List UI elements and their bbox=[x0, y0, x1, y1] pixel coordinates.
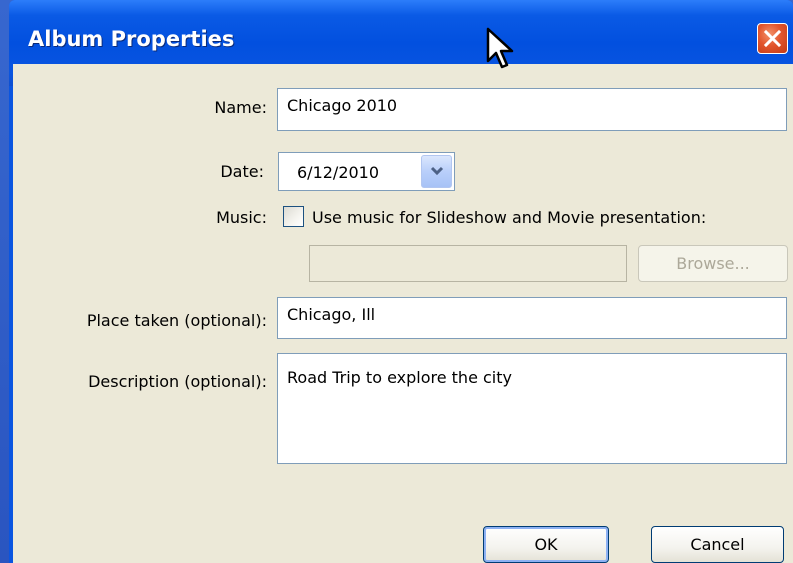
music-checkbox-label[interactable]: Use music for Slideshow and Movie presen… bbox=[312, 208, 706, 227]
chevron-down-icon bbox=[430, 166, 444, 176]
description-label: Description (optional): bbox=[88, 372, 267, 391]
description-field[interactable]: Road Trip to explore the city bbox=[277, 353, 787, 464]
date-picker[interactable]: 6/12/2010 bbox=[278, 152, 455, 191]
name-field[interactable]: Chicago 2010 bbox=[277, 88, 787, 131]
cancel-button-label: Cancel bbox=[690, 535, 745, 554]
music-path-field[interactable] bbox=[309, 245, 627, 282]
date-value: 6/12/2010 bbox=[297, 163, 380, 182]
cancel-button[interactable]: Cancel bbox=[651, 526, 784, 563]
date-dropdown-button[interactable] bbox=[421, 155, 452, 188]
place-field[interactable]: Chicago, Ill bbox=[277, 297, 787, 339]
mouse-pointer-icon bbox=[486, 27, 514, 69]
place-label: Place taken (optional): bbox=[86, 311, 267, 330]
dialog-title: Album Properties bbox=[28, 27, 235, 51]
browse-button[interactable]: Browse... bbox=[638, 245, 788, 282]
ok-button-label: OK bbox=[534, 535, 558, 554]
dialog-client-area: Name: Chicago 2010 Date: 6/12/2010 Music… bbox=[13, 64, 793, 563]
browse-button-label: Browse... bbox=[676, 254, 750, 273]
music-checkbox[interactable] bbox=[283, 206, 304, 227]
name-label: Name: bbox=[214, 98, 267, 117]
music-label: Music: bbox=[216, 208, 267, 227]
close-button[interactable] bbox=[757, 23, 788, 54]
album-properties-dialog: Album Properties Name: Chicago 2010 Date… bbox=[9, 0, 793, 563]
date-label: Date: bbox=[220, 162, 264, 181]
ok-button[interactable]: OK bbox=[483, 526, 609, 563]
close-icon bbox=[763, 29, 782, 48]
